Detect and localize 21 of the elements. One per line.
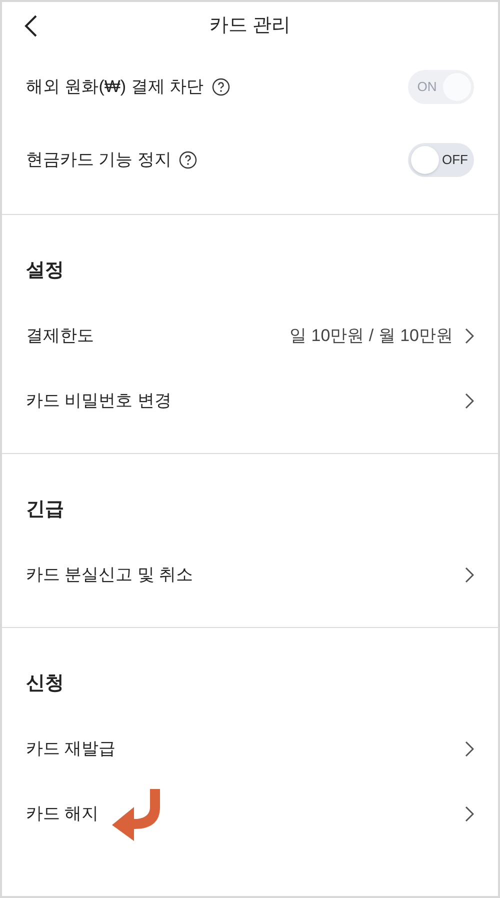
page-title: 카드 관리 [209, 14, 291, 38]
chevron-right-icon [465, 392, 474, 408]
section-title: 신청 [26, 672, 64, 696]
chevron-right-icon [465, 566, 474, 582]
back-icon[interactable] [24, 14, 38, 38]
setting-label: 현금카드 기능 정지 [26, 148, 172, 171]
help-icon[interactable] [179, 150, 198, 168]
section-title: 긴급 [26, 498, 64, 522]
help-icon[interactable] [212, 78, 230, 96]
section-title: 설정 [26, 258, 64, 283]
chevron-right-icon [465, 806, 474, 822]
menu-row[interactable]: 카드 비밀번호 변경 [2, 368, 498, 433]
menu-row[interactable]: 카드 재발급 [2, 716, 498, 781]
chevron-right-icon [465, 740, 474, 756]
chevron-right-icon [465, 328, 474, 344]
menu-row[interactable]: 카드 분실신고 및 취소 [2, 542, 498, 607]
toggle-switch[interactable]: OFF [408, 142, 474, 176]
menu-row[interactable]: 결제한도 일 10만원 / 월 10만원 [2, 303, 498, 368]
setting-label: 해외 원화(₩) 결제 차단 [26, 76, 204, 98]
menu-row[interactable]: 카드 해지 [2, 781, 498, 846]
limit-value: 일 10만원 / 월 10만원 [290, 324, 453, 347]
